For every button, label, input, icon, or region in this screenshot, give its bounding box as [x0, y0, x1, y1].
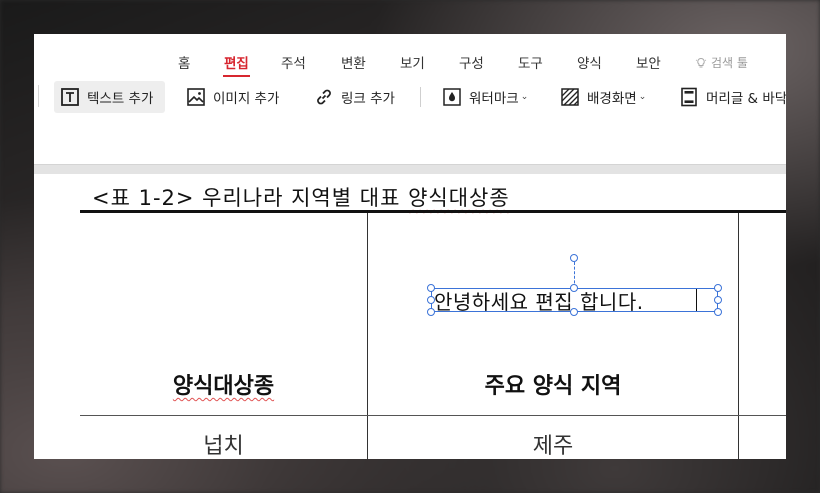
table-cell: 제주 [532, 434, 574, 459]
resize-handle-right[interactable] [714, 296, 722, 304]
text-box-icon [60, 87, 80, 107]
image-icon [186, 87, 206, 107]
rotate-handle[interactable] [570, 254, 578, 262]
table-caption-prefix: <표 1-2> 우리나라 지역별 대표 [92, 186, 409, 210]
background-label: 배경화면 [587, 91, 637, 107]
add-text-label: 텍스트 추가 [87, 91, 154, 107]
ribbon-spacer [34, 120, 786, 164]
resize-handle-bottom-right[interactable] [714, 308, 722, 316]
text-cursor [696, 289, 697, 311]
watermark-label: 워터마크 [469, 91, 519, 107]
table-column-divider [738, 213, 739, 459]
background-dropdown[interactable]: 배경화면 ⌄ [560, 81, 646, 113]
chevron-down-icon: ⌄ [638, 92, 647, 102]
table-caption-word: 양식대상종 [408, 186, 510, 210]
table-cell: 넙치 [203, 434, 244, 459]
link-icon [314, 87, 334, 107]
tab-tools[interactable]: 도구 [518, 52, 543, 72]
tab-home[interactable]: 홈 [178, 52, 190, 72]
header-footer-button[interactable]: 머리글 & 바닥 [679, 81, 786, 113]
search-tools-label: 검색 툴 [711, 56, 748, 70]
tab-security[interactable]: 보안 [636, 52, 661, 72]
header-footer-label: 머리글 & 바닥 [706, 91, 786, 107]
pdf-editor-window: 홈 편집 주석 변환 보기 구성 도구 양식 보안 검색 툴 텍스트 추가 이미… [34, 34, 786, 459]
toolbar-separator [38, 85, 39, 107]
table-row-divider [80, 415, 786, 416]
header-footer-icon [679, 87, 699, 107]
resize-handle-top-right[interactable] [714, 284, 722, 292]
table-top-border [80, 210, 786, 213]
tab-organize[interactable]: 구성 [459, 52, 484, 72]
hatched-square-icon [560, 87, 580, 107]
add-link-button[interactable]: 링크 추가 [314, 81, 395, 113]
drop-icon [442, 87, 462, 107]
table-column-divider [367, 213, 368, 459]
tab-convert[interactable]: 변환 [341, 52, 366, 72]
add-image-button[interactable]: 이미지 추가 [186, 81, 279, 113]
tab-annotate[interactable]: 주석 [281, 52, 306, 72]
table-header-cell: 양식대상종 [80, 368, 367, 400]
tab-edit[interactable]: 편집 [223, 52, 250, 77]
table-header-cell: 주요 양식 지역 [484, 374, 622, 399]
add-link-label: 링크 추가 [341, 91, 395, 107]
edit-toolbar: 텍스트 추가 이미지 추가 링크 추가 워터마크 ⌄ 배경화면 ⌄ 머리글 & … [34, 78, 786, 120]
ribbon-tabs: 홈 편집 주석 변환 보기 구성 도구 양식 보안 검색 툴 [34, 34, 786, 78]
toolbar-divider [420, 87, 421, 107]
lightbulb-icon [695, 57, 707, 69]
watermark-dropdown[interactable]: 워터마크 ⌄ [442, 81, 528, 113]
table-header-species: 양식대상종 [172, 374, 275, 399]
add-text-button[interactable]: 텍스트 추가 [54, 81, 165, 113]
document-page[interactable] [34, 174, 786, 459]
add-image-label: 이미지 추가 [213, 91, 280, 107]
chevron-down-icon: ⌄ [520, 92, 529, 102]
search-tools[interactable]: 검색 툴 [695, 54, 748, 71]
tab-view[interactable]: 보기 [400, 52, 425, 72]
tab-form[interactable]: 양식 [577, 52, 602, 72]
text-box-content[interactable]: 안녕하세요 편집 합니다. [434, 286, 644, 315]
table-caption: <표 1-2> 우리나라 지역별 대표 양식대상종 [92, 182, 510, 212]
